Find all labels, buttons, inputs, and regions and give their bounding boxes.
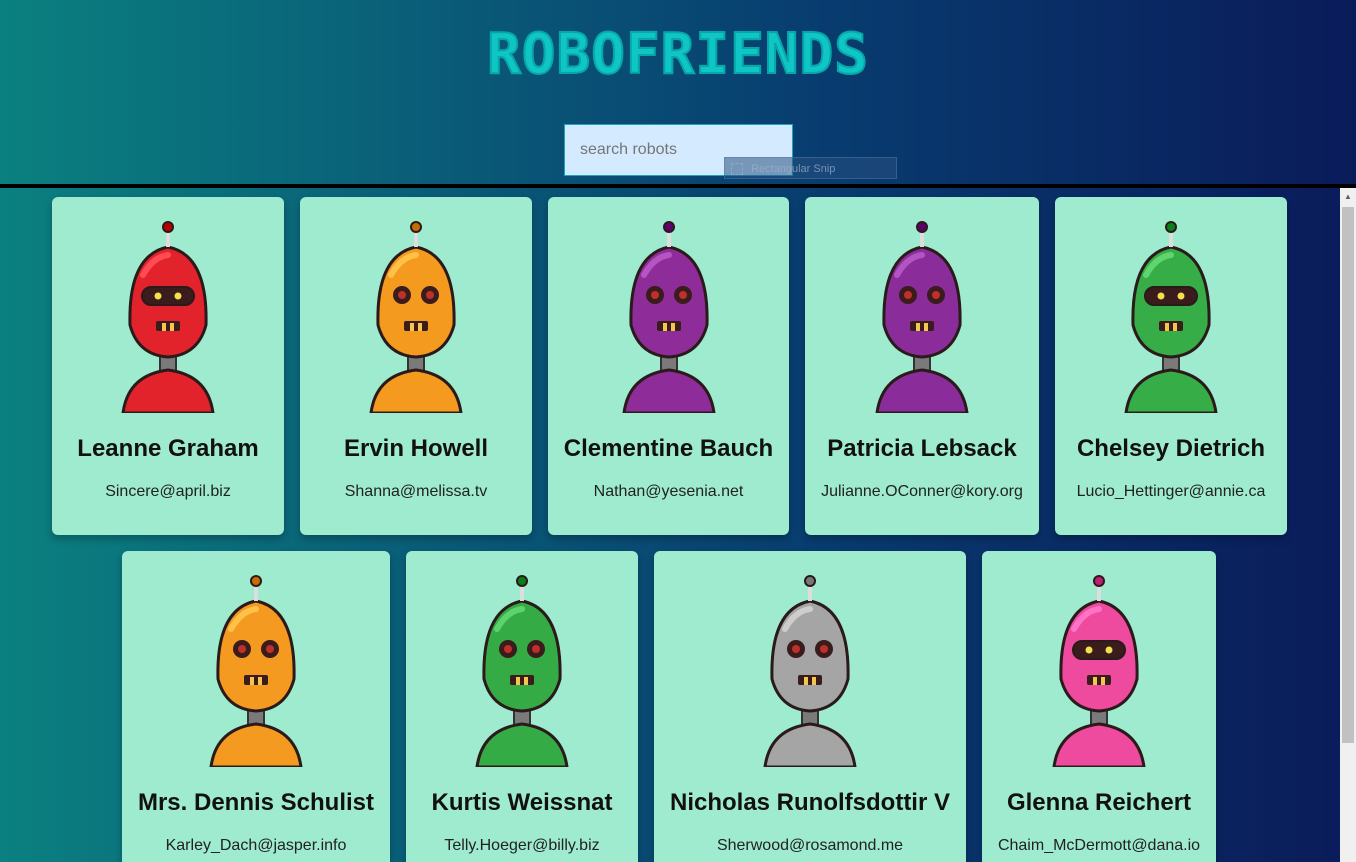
robot-avatar-icon xyxy=(875,221,969,413)
robot-email: Chaim_McDermott@dana.io xyxy=(997,837,1201,854)
robot-card-list[interactable]: Leanne Graham Sincere@april.biz Ervin Ho… xyxy=(0,188,1340,862)
robot-avatar-icon xyxy=(763,575,857,767)
robot-card[interactable]: Glenna Reichert Chaim_McDermott@dana.io xyxy=(982,551,1216,862)
robot-name: Chelsey Dietrich xyxy=(1076,435,1266,462)
scroll-up-arrow-icon[interactable]: ▲ xyxy=(1340,188,1356,205)
robot-avatar-icon xyxy=(1052,575,1146,767)
app-header: ROBOFRIENDS Rectangular Snip xyxy=(0,0,1356,185)
robot-email: Shanna@melissa.tv xyxy=(344,483,488,500)
robot-avatar-icon xyxy=(1124,221,1218,413)
robot-email: Telly.Hoeger@billy.biz xyxy=(444,837,600,854)
robot-name: Patricia Lebsack xyxy=(827,435,1017,462)
robot-card[interactable]: Kurtis Weissnat Telly.Hoeger@billy.biz xyxy=(406,551,638,862)
robot-card[interactable]: Patricia Lebsack Julianne.OConner@kory.o… xyxy=(805,197,1039,535)
robot-name: Kurtis Weissnat xyxy=(431,789,613,816)
robot-name: Clementine Bauch xyxy=(563,435,774,462)
robot-avatar-icon xyxy=(209,575,303,767)
app-logo-title: ROBOFRIENDS xyxy=(486,21,869,88)
vertical-scrollbar[interactable]: ▲ xyxy=(1340,188,1356,862)
robot-avatar-icon xyxy=(369,221,463,413)
snip-icon xyxy=(731,163,743,176)
robot-avatar-icon xyxy=(621,221,716,413)
robot-email: Lucio_Hettinger@annie.ca xyxy=(1076,483,1266,500)
robot-email: Sherwood@rosamond.me xyxy=(716,837,904,854)
robot-card[interactable]: Mrs. Dennis Schulist Karley_Dach@jasper.… xyxy=(122,551,390,862)
robot-card[interactable]: Leanne Graham Sincere@april.biz xyxy=(52,197,284,535)
robot-card[interactable]: Clementine Bauch Nathan@yesenia.net xyxy=(548,197,789,535)
robot-email: Julianne.OConner@kory.org xyxy=(821,483,1023,500)
robot-avatar-icon xyxy=(475,575,569,767)
robot-email: Karley_Dach@jasper.info xyxy=(165,837,347,854)
robot-email: Nathan@yesenia.net xyxy=(593,483,744,500)
robot-name: Ervin Howell xyxy=(343,435,489,462)
robot-email: Sincere@april.biz xyxy=(105,483,231,500)
robot-name: Leanne Graham xyxy=(77,435,259,462)
robot-name: Nicholas Runolfsdottir V xyxy=(669,789,950,816)
robot-card[interactable]: Chelsey Dietrich Lucio_Hettinger@annie.c… xyxy=(1055,197,1287,535)
snip-tooltip: Rectangular Snip xyxy=(724,157,897,179)
snip-tooltip-label: Rectangular Snip xyxy=(751,163,836,175)
robot-card[interactable]: Ervin Howell Shanna@melissa.tv xyxy=(300,197,532,535)
robot-card[interactable]: Nicholas Runolfsdottir V Sherwood@rosamo… xyxy=(654,551,966,862)
scrollbar-thumb[interactable] xyxy=(1342,207,1354,743)
robot-name: Glenna Reichert xyxy=(1006,789,1192,816)
robot-avatar-icon xyxy=(121,221,215,413)
robot-name: Mrs. Dennis Schulist xyxy=(137,789,375,816)
